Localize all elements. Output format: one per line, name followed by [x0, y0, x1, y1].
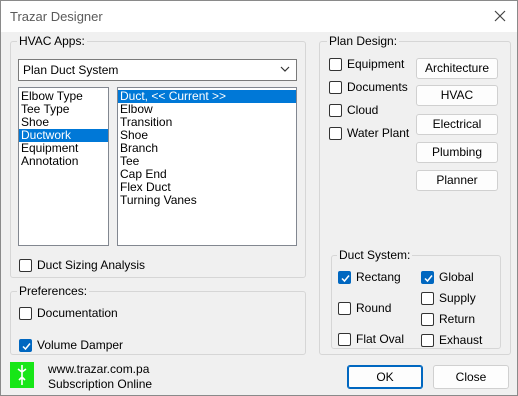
rectang-checkbox[interactable]: Rectang: [338, 270, 401, 284]
checkbox-box[interactable]: [421, 312, 434, 326]
checkbox-label: Equipment: [347, 57, 405, 71]
cloud-checkbox[interactable]: Cloud: [329, 103, 378, 117]
plumbing-button[interactable]: Plumbing: [416, 142, 498, 163]
subscription-text: Subscription Online: [48, 377, 153, 391]
button-label: Plumbing: [431, 145, 483, 159]
checkbox-box[interactable]: [338, 332, 351, 346]
checkbox-label: Exhaust: [439, 333, 483, 347]
duct-system-legend: Duct System:: [337, 248, 413, 262]
checkbox-box[interactable]: [421, 333, 434, 347]
duct-component-list[interactable]: Duct, << Current >> Elbow Transition Sho…: [117, 87, 297, 246]
duct-system-select[interactable]: Plan Duct System: [18, 59, 297, 81]
checkbox-label: Round: [356, 301, 392, 315]
checkbox-label: Cloud: [347, 103, 379, 117]
checkbox-box[interactable]: [329, 103, 342, 117]
checkbox-label: Rectang: [356, 270, 401, 284]
title-bar: Trazar Designer: [1, 1, 517, 32]
hvac-button[interactable]: HVAC: [416, 85, 498, 106]
close-button[interactable]: Close: [433, 365, 509, 389]
checkbox-label: Supply: [439, 291, 476, 305]
checkbox-box[interactable]: [329, 80, 342, 94]
list-item[interactable]: Branch: [118, 142, 296, 155]
checkbox-label: Water Plant: [347, 126, 410, 140]
round-checkbox[interactable]: Round: [338, 301, 391, 315]
preferences-legend: Preferences:: [17, 284, 90, 298]
checkbox-box[interactable]: [19, 258, 32, 272]
plug-icon: [17, 365, 27, 385]
button-label: HVAC: [440, 88, 474, 102]
architecture-button[interactable]: Architecture: [416, 58, 498, 79]
flat-oval-checkbox[interactable]: Flat Oval: [338, 332, 404, 346]
checkbox-box[interactable]: [19, 306, 32, 320]
button-label: Planner: [436, 173, 478, 187]
list-item[interactable]: Turning Vanes: [118, 194, 296, 207]
return-checkbox[interactable]: Return: [421, 312, 475, 326]
list-item[interactable]: Annotation: [19, 155, 108, 168]
button-label: Close: [455, 370, 487, 384]
checkbox-label: Flat Oval: [356, 332, 405, 346]
exhaust-checkbox[interactable]: Exhaust: [421, 333, 482, 347]
website-text: www.trazar.com.pa: [48, 362, 150, 376]
documentation-checkbox[interactable]: Documentation: [19, 306, 118, 320]
checkmark-icon: [22, 342, 31, 350]
checkbox-box[interactable]: [421, 291, 434, 305]
button-label: OK: [376, 370, 394, 384]
documents-checkbox[interactable]: Documents: [329, 80, 408, 94]
checkbox-label: Return: [439, 312, 476, 326]
global-checkbox[interactable]: Global: [421, 270, 474, 284]
planner-button[interactable]: Planner: [416, 170, 498, 191]
checkbox-box-checked[interactable]: [19, 338, 32, 352]
water-plant-checkbox[interactable]: Water Plant: [329, 126, 409, 140]
checkbox-label: Volume Damper: [37, 338, 124, 352]
electrical-button[interactable]: Electrical: [416, 114, 498, 135]
close-icon[interactable]: [492, 8, 508, 24]
button-label: Electrical: [432, 117, 482, 131]
checkbox-label: Documentation: [37, 306, 118, 320]
checkmark-icon: [424, 274, 433, 282]
button-label: Architecture: [424, 61, 490, 75]
checkbox-label: Documents: [347, 80, 408, 94]
supply-checkbox[interactable]: Supply: [421, 291, 476, 305]
window-title: Trazar Designer: [10, 9, 103, 24]
duct-sizing-analysis-checkbox[interactable]: Duct Sizing Analysis: [19, 258, 145, 272]
hvac-apps-legend: HVAC Apps:: [17, 34, 87, 48]
duct-system-select-value: Plan Duct System: [23, 63, 119, 77]
checkbox-box-checked[interactable]: [421, 270, 434, 284]
checkbox-box[interactable]: [329, 57, 342, 71]
trazar-designer-dialog: Trazar Designer HVAC Apps: Plan Duct Sys…: [0, 0, 518, 396]
ok-button[interactable]: OK: [347, 365, 423, 389]
plan-design-legend: Plan Design:: [327, 34, 400, 48]
checkbox-label: Global: [439, 270, 474, 284]
chevron-down-icon: [280, 66, 290, 72]
app-category-list[interactable]: Elbow Type Tee Type Shoe Ductwork Equipm…: [18, 87, 109, 246]
checkmark-icon: [341, 274, 350, 282]
checkbox-box[interactable]: [329, 126, 342, 140]
checkbox-box[interactable]: [338, 301, 351, 315]
equipment-checkbox[interactable]: Equipment: [329, 57, 404, 71]
volume-damper-checkbox[interactable]: Volume Damper: [19, 338, 123, 352]
trazar-logo: [10, 362, 34, 388]
checkbox-box-checked[interactable]: [338, 270, 351, 284]
checkbox-label: Duct Sizing Analysis: [37, 258, 146, 272]
